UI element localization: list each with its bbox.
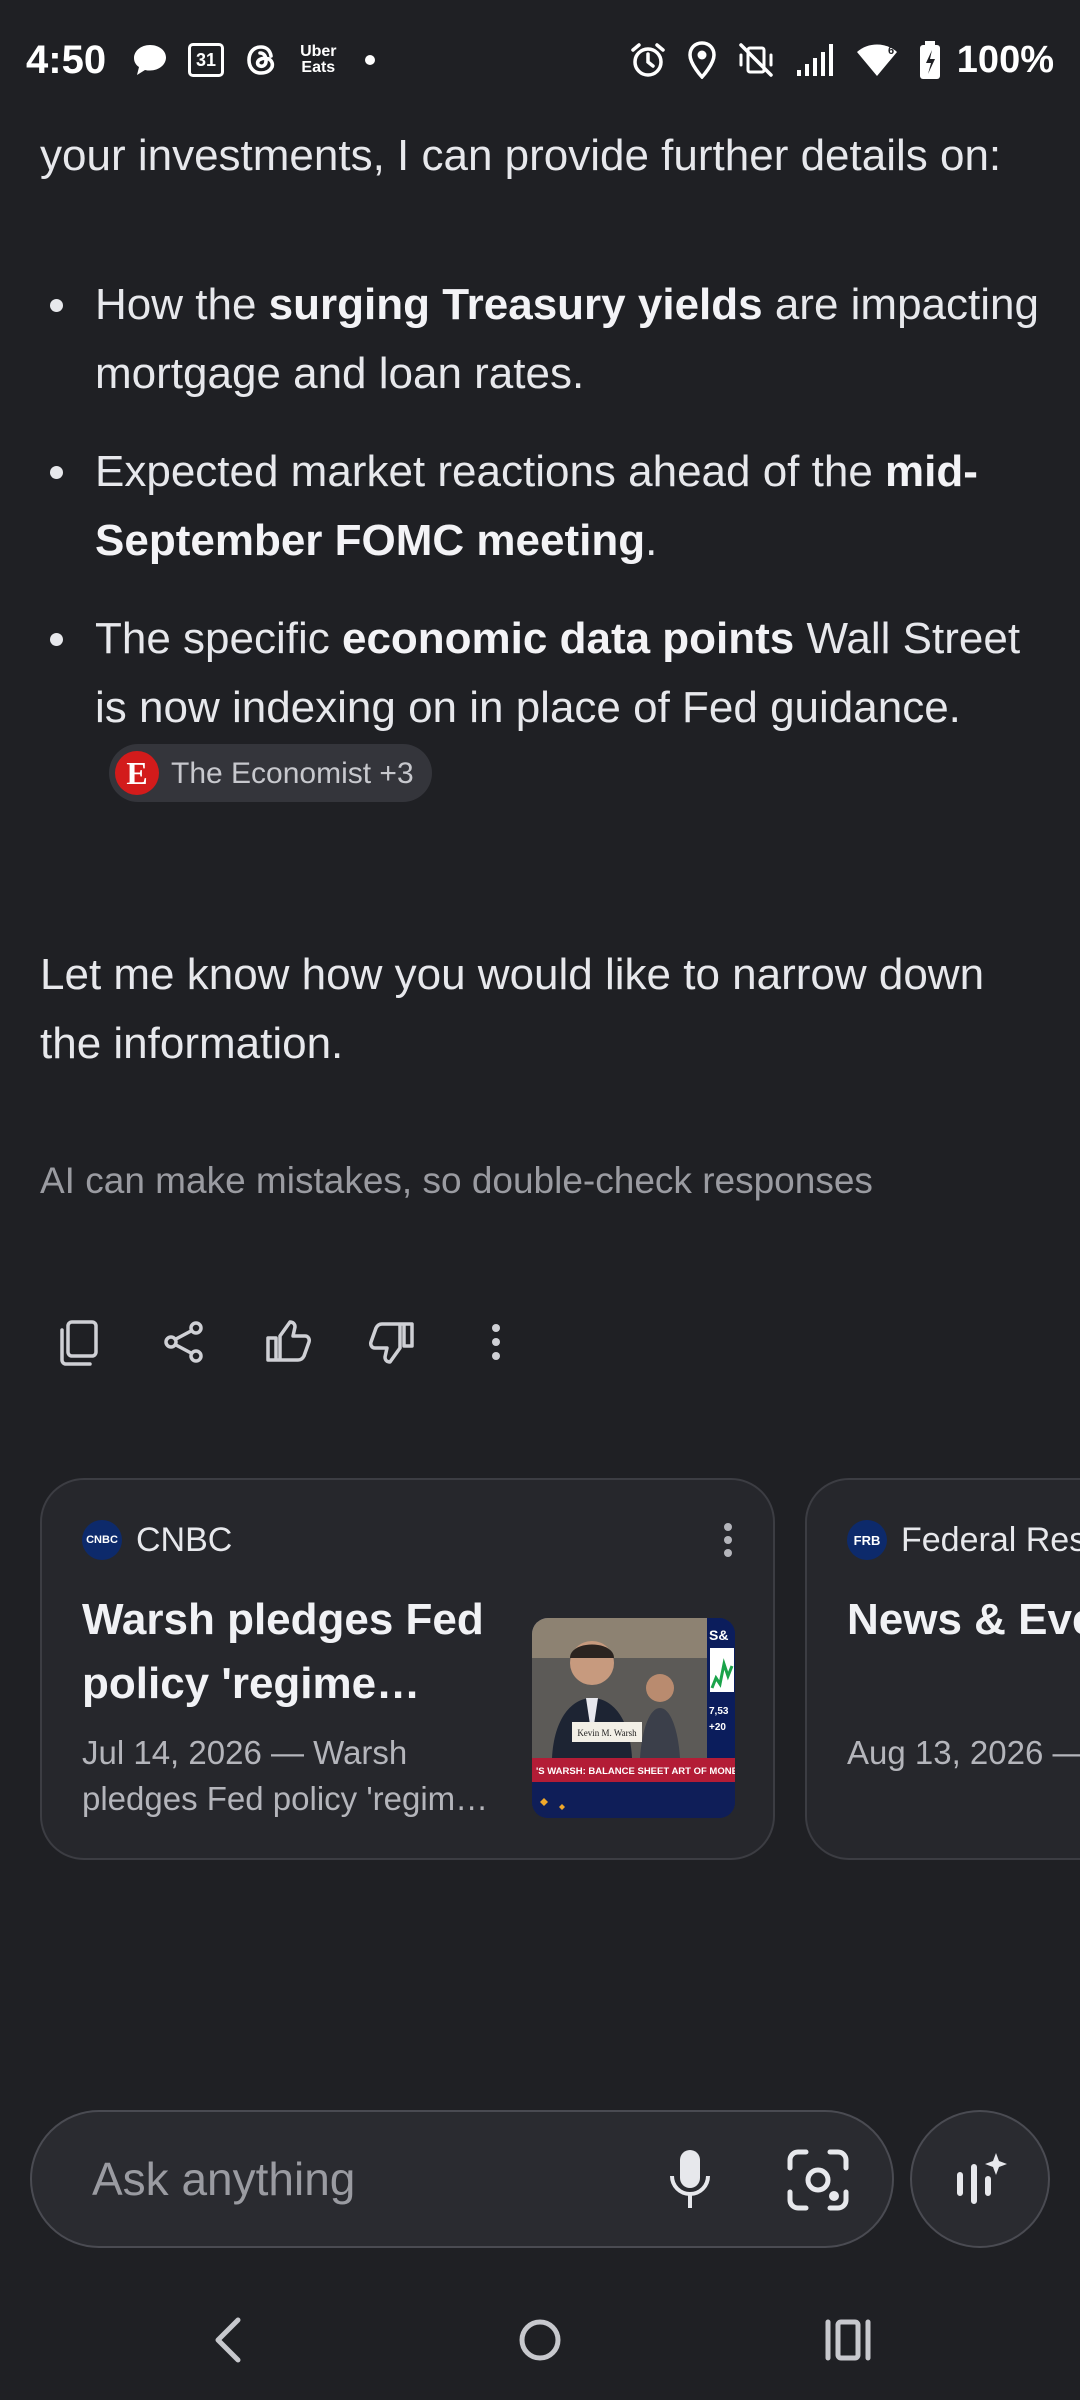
- thumbs-down-icon: [369, 1322, 414, 1364]
- list-item: The specific economic data points Wall S…: [40, 604, 1050, 811]
- list-item: Expected market reactions ahead of the m…: [40, 437, 1050, 575]
- lens-camera-button[interactable]: [784, 2146, 852, 2219]
- card-subtitle: Jul 14, 2026 — Warsh pledges Fed policy …: [82, 1734, 489, 1817]
- share-button[interactable]: [132, 1300, 236, 1384]
- list-item: How the surging Treasury yields are impa…: [40, 270, 1050, 408]
- home-icon: [519, 2319, 561, 2361]
- thumbs-up-button[interactable]: [236, 1300, 340, 1384]
- source-chip[interactable]: E The Economist +3: [109, 744, 432, 803]
- battery-percent: 100%: [956, 38, 1054, 81]
- notification-dot-icon: [364, 55, 375, 65]
- battery-icon: [919, 40, 941, 80]
- system-nav-bar: [0, 2290, 1080, 2400]
- thumb-ticker: S&: [709, 1627, 728, 1643]
- copy-icon: [60, 1320, 98, 1366]
- ask-anything-input[interactable]: [90, 2151, 610, 2207]
- chat-bubble-icon: [132, 43, 168, 77]
- calendar-icon: 31: [188, 43, 225, 77]
- response-bullet-list: How the surging Treasury yields are impa…: [40, 270, 1050, 840]
- audio-sparkle-icon: [957, 2153, 1007, 2204]
- card-thumbnail: Kevin M. Warsh S& 7,53 +20 'S WARSH: BAL…: [532, 1618, 735, 1818]
- nameplate-text: Kevin M. Warsh: [577, 1728, 637, 1738]
- home-button[interactable]: [516, 2312, 564, 2373]
- camera-lens-icon: [787, 2149, 849, 2211]
- threads-icon: [244, 41, 280, 79]
- alarm-icon: [629, 41, 667, 79]
- copy-button[interactable]: [28, 1300, 132, 1384]
- thumb-value: +20: [709, 1722, 726, 1733]
- source-card[interactable]: CNBC CNBC Warsh pledges Fed policy 'regi…: [40, 1478, 775, 1860]
- microphone-button[interactable]: [668, 2146, 712, 2219]
- signal-icon: [795, 42, 835, 78]
- back-button[interactable]: [208, 2312, 248, 2373]
- status-bar: 4:50 31 Uber Eats 6 100%: [0, 0, 1080, 120]
- location-icon: [687, 41, 717, 79]
- response-closing: Let me know how you would like to narrow…: [40, 950, 985, 1068]
- microphone-icon: [670, 2150, 710, 2208]
- back-icon: [215, 2317, 241, 2363]
- more-vert-icon: [724, 1523, 732, 1557]
- card-source-name: Federal Res: [901, 1520, 1080, 1559]
- status-time: 4:50: [26, 37, 107, 82]
- thumbs-down-button[interactable]: [340, 1300, 444, 1384]
- more-vert-icon: [492, 1324, 500, 1360]
- card-source-name: CNBC: [136, 1520, 233, 1559]
- card-menu-button[interactable]: [723, 1522, 733, 1563]
- card-subtitle: Aug 13, 2026 — Press Conferen: [847, 1734, 1080, 1771]
- thumb-caption: 'S WARSH: BALANCE SHEET ART OF MONETARY …: [536, 1766, 735, 1777]
- frb-logo-icon: FRB: [847, 1520, 887, 1560]
- card-title: Warsh pledges Fed policy 'regime…: [82, 1595, 484, 1708]
- source-card[interactable]: FRB Federal Res News & Eve Federal Res A…: [805, 1478, 1080, 1860]
- card-title: News & Eve Federal Res: [847, 1595, 1080, 1644]
- thumb-value: 7,53: [709, 1706, 729, 1717]
- recents-button[interactable]: [824, 2312, 872, 2373]
- thumbs-up-icon: [266, 1320, 311, 1362]
- more-options-button[interactable]: [444, 1300, 548, 1384]
- response-actions: [28, 1300, 548, 1384]
- vibrate-mute-icon: [737, 41, 775, 79]
- recents-icon: [825, 2319, 871, 2361]
- cnbc-logo-icon: CNBC: [82, 1520, 122, 1560]
- wifi-icon: 6: [855, 42, 899, 78]
- economist-logo-icon: E: [115, 751, 159, 796]
- share-icon: [164, 1321, 203, 1363]
- source-chip-label: The Economist +3: [171, 756, 414, 790]
- uber-eats-icon: Uber Eats: [300, 43, 337, 76]
- voice-mode-button[interactable]: [910, 2110, 1050, 2248]
- chat-screen: 4:50 31 Uber Eats 6 100% your investment…: [0, 0, 1080, 2400]
- ai-disclaimer: AI can make mistakes, so double-check re…: [40, 1160, 873, 1201]
- prompt-input-bar: [30, 2110, 894, 2248]
- svg-text:6: 6: [888, 45, 894, 57]
